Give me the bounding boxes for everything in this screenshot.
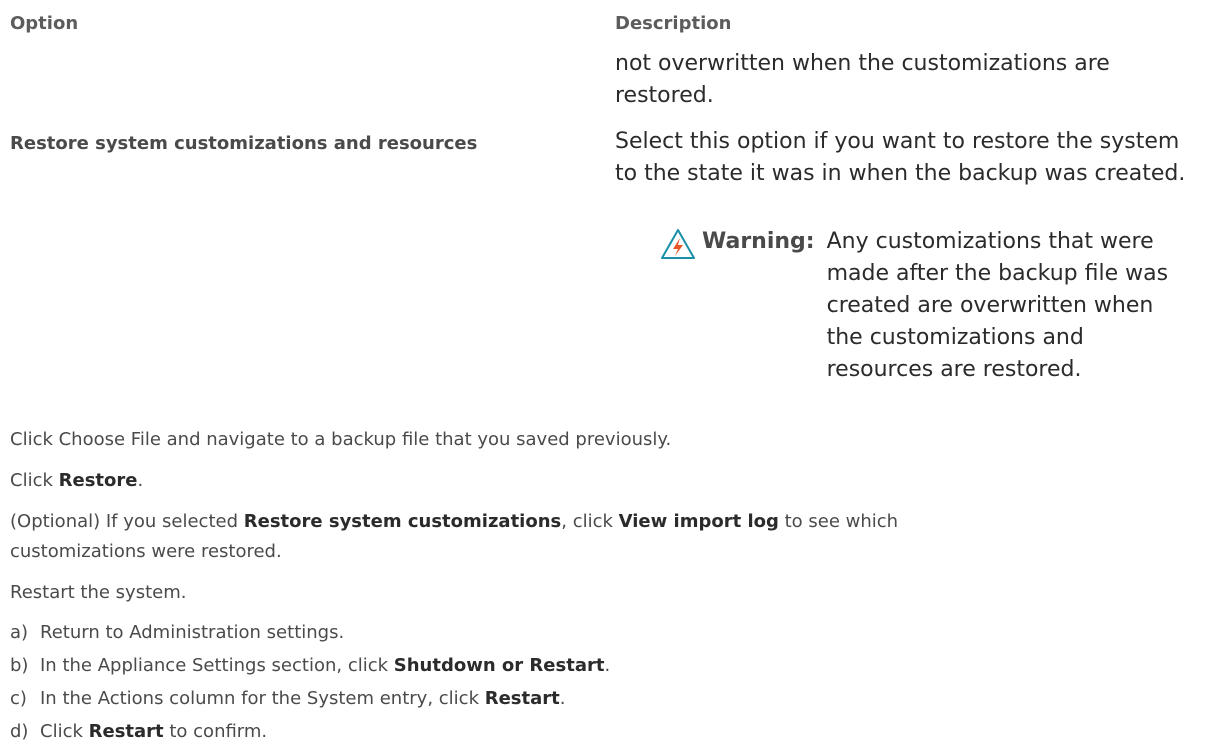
row2-option: Restore system customizations and resour…: [10, 133, 478, 154]
substep-text: .: [559, 688, 566, 709]
substep-text: In the Actions column for the System ent…: [40, 688, 485, 709]
view-import-log-ui-label: View import log: [618, 511, 779, 532]
column-header-option: Option: [10, 13, 79, 34]
substep-ui-label: Restart: [484, 688, 560, 709]
substep-text: Return to Administration settings.: [40, 622, 345, 643]
step-click-restore: Click Restore.: [10, 466, 143, 496]
substep-a: a) Return to Administration settings.: [10, 618, 344, 648]
step-restart-system: Restart the system.: [10, 582, 187, 603]
step-text: Click: [10, 470, 59, 491]
substep-text: to confirm.: [163, 721, 268, 742]
substep-letter: d): [10, 721, 29, 742]
substep-letter: a): [10, 622, 29, 643]
restore-system-customizations-ui-label: Restore system customizations: [243, 511, 562, 532]
step-choose-file: Click Choose File and navigate to a back…: [10, 429, 672, 450]
step-text: (Optional) If you selected: [10, 511, 244, 532]
step-text: .: [137, 470, 144, 491]
step-text: , click: [561, 511, 619, 532]
substep-text: In the Appliance Settings section, click: [40, 655, 394, 676]
warning-text: Any customizations that were made after …: [826, 229, 1169, 382]
row1-description: not overwritten when the customizations …: [615, 51, 1110, 108]
substep-text: .: [604, 655, 611, 676]
substep-c: c) In the Actions column for the System …: [10, 684, 565, 714]
substep-d: d) Click Restart to confirm.: [10, 717, 267, 747]
substep-ui-label: Shutdown or Restart: [393, 655, 605, 676]
substep-b: b) In the Appliance Settings section, cl…: [10, 651, 610, 681]
substep-letter: c): [10, 688, 27, 709]
row2-description: Select this option if you want to restor…: [615, 129, 1186, 186]
substep-text: Click: [40, 721, 89, 742]
column-header-description: Description: [615, 13, 732, 34]
warning-note: Warning: Any customizations that were ma…: [660, 226, 1187, 386]
substep-letter: b): [10, 655, 29, 676]
substep-ui-label: Restart: [88, 721, 164, 742]
warning-label: Warning:: [702, 229, 815, 254]
restore-ui-label: Restore: [58, 470, 138, 491]
step-view-import-log: (Optional) If you selected Restore syste…: [10, 507, 970, 567]
warning-triangle-icon: [661, 229, 695, 259]
